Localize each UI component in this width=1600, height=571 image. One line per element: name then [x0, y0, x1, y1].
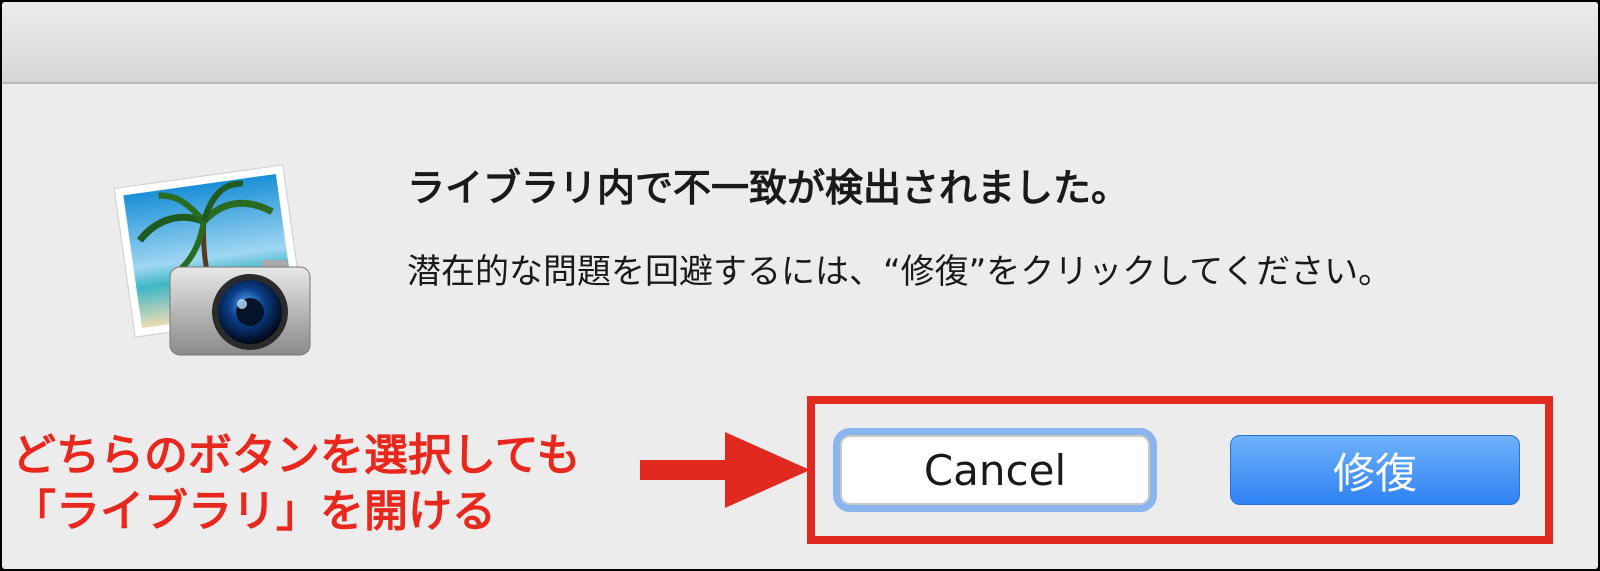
- iphoto-camera-icon: [113, 164, 311, 356]
- annotation-arrow-icon: [640, 432, 810, 508]
- annotation-line-1: どちらのボタンを選択しても: [12, 430, 581, 481]
- annotation-text: どちらのボタンを選択しても 「ライブラリ」を開ける: [12, 428, 580, 540]
- annotation-highlight-box: [807, 396, 1553, 544]
- dialog-message: 潜在的な問題を回避するには、“修復”をクリックしてください。: [407, 252, 1393, 292]
- dialog-title: ライブラリ内で不一致が検出されました。: [407, 166, 1130, 210]
- annotation-line-2: 「ライブラリ」を開ける: [12, 486, 496, 537]
- title-bar: [2, 2, 1598, 84]
